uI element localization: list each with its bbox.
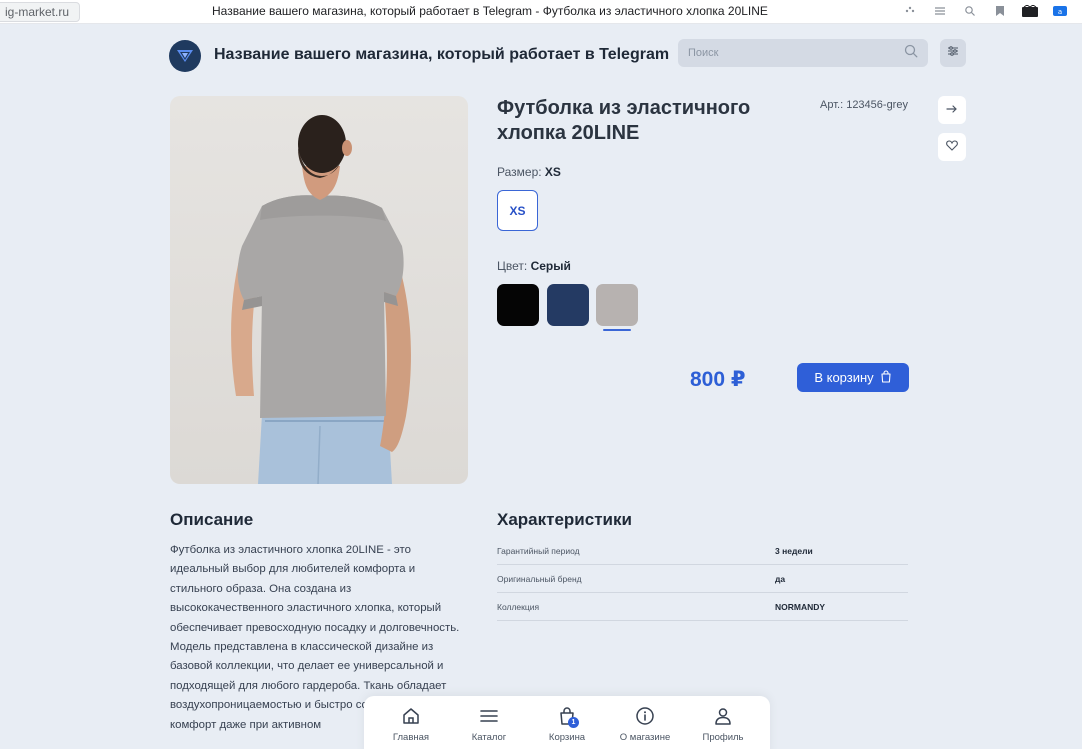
browser-title: Название вашего магазина, который работа… [212, 4, 768, 18]
filter-icon [947, 44, 959, 62]
product-sku: Арт.: 123456-grey [820, 99, 908, 111]
user-icon [711, 704, 735, 728]
add-to-cart-label: В корзину [814, 370, 874, 385]
characteristic-name: Оригинальный бренд [497, 573, 582, 584]
shopping-bag-icon [880, 369, 892, 386]
store-name[interactable]: Название вашего магазина, который работа… [214, 46, 669, 64]
characteristics-title: Характеристики [497, 510, 632, 529]
size-option-xs[interactable]: XS [497, 190, 538, 231]
characteristic-value: да [775, 573, 786, 584]
cart-count-badge: 1 [568, 717, 579, 728]
search-input[interactable] [688, 47, 904, 59]
browser-toolbar: a [902, 3, 1068, 19]
nav-item-cart[interactable]: 1 Корзина [529, 704, 605, 749]
bag-icon: 1 [555, 704, 579, 728]
nav-item-about[interactable]: О магазине [607, 704, 683, 749]
search-box[interactable] [678, 39, 928, 67]
nav-label-profile: Профиль [702, 732, 744, 743]
color-swatch-navy[interactable] [547, 284, 589, 326]
reader-icon[interactable] [932, 3, 948, 19]
size-selected-value: XS [544, 165, 561, 179]
extension-icon[interactable] [1022, 3, 1038, 19]
profile-extension-icon[interactable]: a [1052, 3, 1068, 19]
color-label: Цвет: Серый [497, 259, 571, 273]
characteristic-name: Гарантийный период [497, 545, 580, 556]
color-swatch-black[interactable] [497, 284, 539, 326]
size-label-text: Размер: [497, 165, 542, 179]
filter-button[interactable] [940, 39, 966, 67]
description-title: Описание [170, 510, 254, 529]
characteristics-table: Гарантийный период 3 недели Оригинальный… [497, 537, 908, 621]
nav-label-cart: Корзина [548, 732, 586, 743]
color-label-text: Цвет: [497, 259, 528, 273]
characteristics-row: Коллекция NORMANDY [497, 593, 908, 621]
zoom-icon[interactable] [962, 3, 978, 19]
size-label: Размер: XS [497, 165, 561, 179]
nav-item-profile[interactable]: Профиль [685, 704, 761, 749]
browser-bar: ig-market.ru Название вашего магазина, к… [0, 0, 1082, 24]
heart-icon [946, 138, 958, 156]
product-title: Футболка из эластичного хлопка 20LINE [497, 97, 751, 144]
translate-icon[interactable] [902, 3, 918, 19]
product-image[interactable] [170, 96, 468, 484]
add-to-cart-button[interactable]: В корзину [797, 363, 909, 392]
search-icon[interactable] [904, 44, 918, 63]
info-icon [633, 704, 657, 728]
characteristics-row: Оригинальный бренд да [497, 565, 908, 593]
share-button[interactable] [938, 96, 966, 124]
product-price: 800 ₽ [690, 368, 746, 391]
color-selected-value: Серый [530, 259, 571, 273]
browser-url[interactable]: ig-market.ru [0, 2, 81, 22]
characteristics-row: Гарантийный период 3 недели [497, 537, 908, 565]
menu-icon [477, 704, 501, 728]
product-photo [231, 115, 411, 484]
nav-label-home: Главная [392, 732, 430, 743]
share-arrow-icon [946, 101, 958, 119]
favorite-button[interactable] [938, 133, 966, 161]
store-logo[interactable] [169, 40, 201, 72]
nav-item-home[interactable]: Главная [373, 704, 449, 749]
nav-label-about: О магазине [619, 732, 671, 743]
characteristic-name: Коллекция [497, 601, 540, 612]
selected-color-indicator [603, 329, 631, 331]
characteristic-value: 3 недели [775, 545, 813, 556]
store-header: Название вашего магазина, который работа… [0, 24, 1082, 86]
color-swatch-grey[interactable] [596, 284, 638, 326]
nav-item-catalog[interactable]: Каталог [451, 704, 527, 749]
bottom-navigation: Главная Каталог 1 Корзина О магазине Про… [364, 696, 770, 749]
nav-label-catalog: Каталог [471, 732, 507, 743]
home-icon [399, 704, 423, 728]
characteristic-value: NORMANDY [775, 601, 826, 612]
bookmark-icon[interactable] [992, 3, 1008, 19]
svg-text:a: a [1058, 8, 1062, 16]
